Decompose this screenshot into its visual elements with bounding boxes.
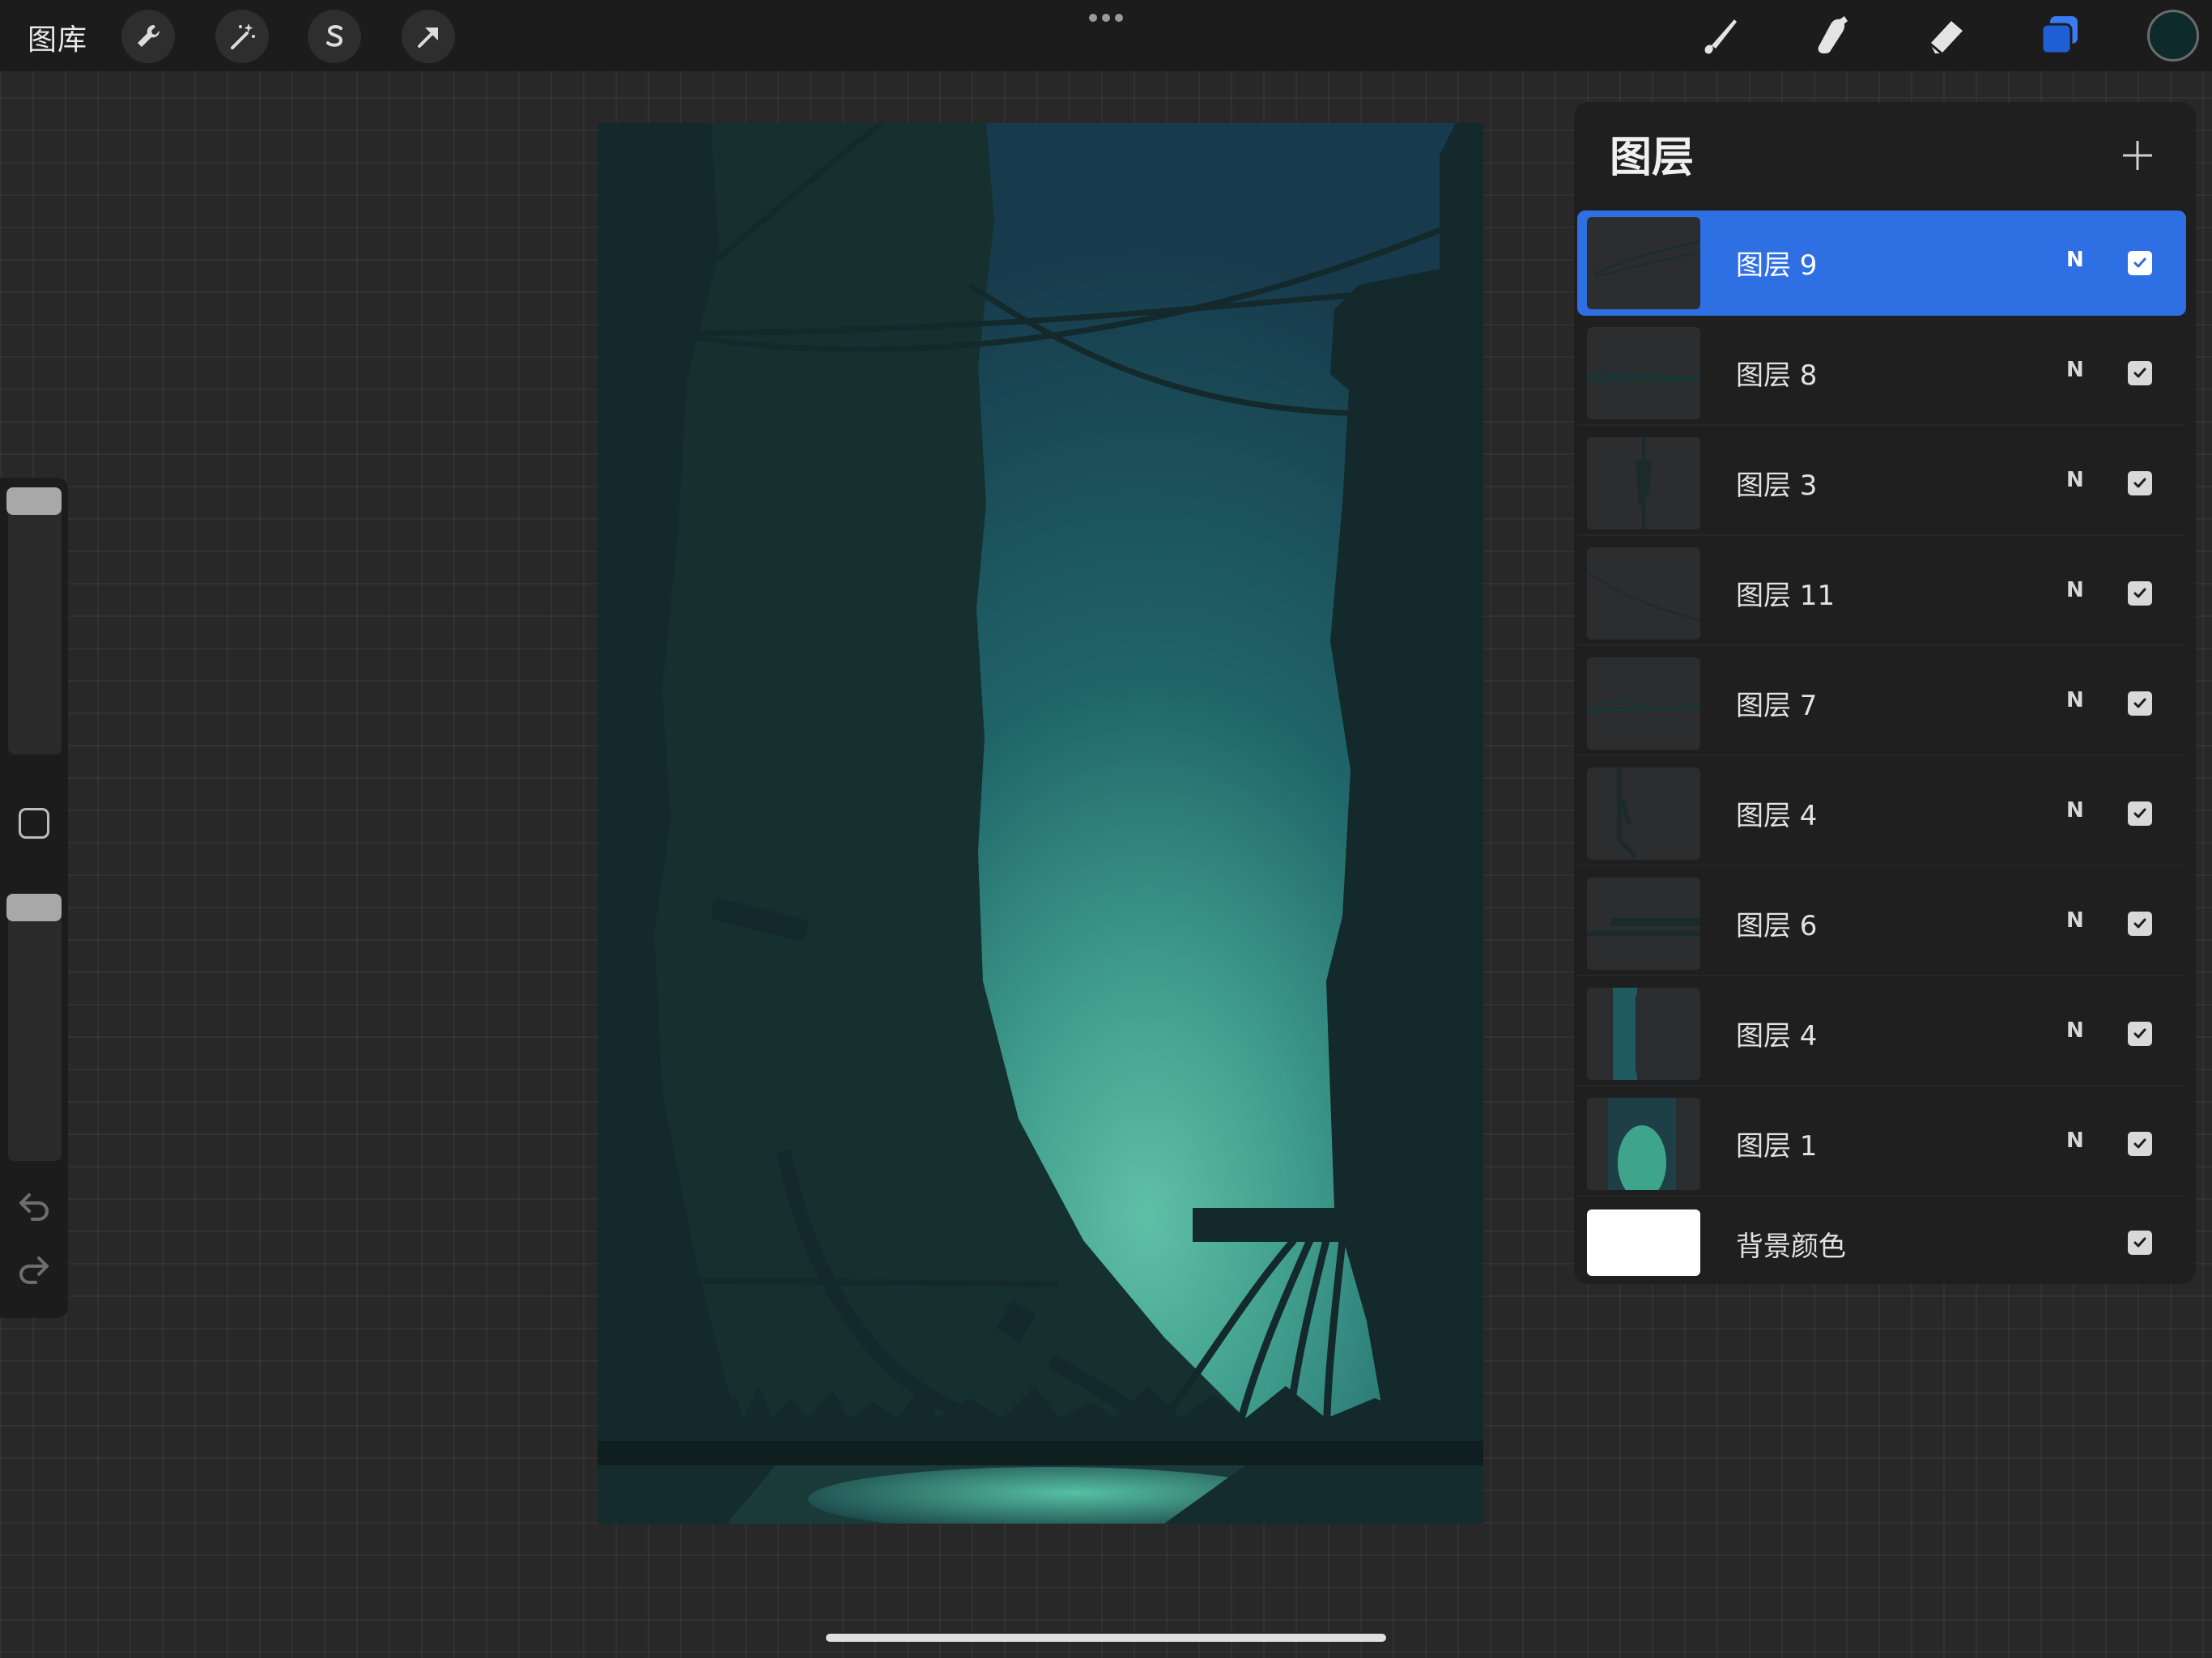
layer-blend-mode[interactable]: N: [2066, 578, 2084, 602]
layer-visibility-checkbox[interactable]: [2128, 471, 2152, 495]
plus-icon: [2123, 141, 2152, 170]
wrench-icon[interactable]: [121, 10, 175, 63]
background-color-thumbnail[interactable]: [1587, 1209, 1700, 1276]
layer-thumbnail[interactable]: [1587, 217, 1700, 309]
redo-icon[interactable]: [16, 1253, 52, 1289]
layer-name: 图层 8: [1736, 359, 1818, 392]
checkmark-icon: [2133, 1138, 2146, 1149]
layer-name: 图层 11: [1736, 580, 1836, 612]
layer-name: 图层 4: [1736, 800, 1818, 832]
selection-s-icon[interactable]: [308, 10, 361, 63]
layer-thumbnail[interactable]: [1587, 767, 1700, 860]
layers-panel: 图层 图层 9 N 图层 8 N 图层 3 N 图层 11 N 图层 7 N 图层 4 N 图层 6N图…: [1574, 102, 2196, 1284]
layer-blend-mode[interactable]: N: [2066, 798, 2084, 823]
arrow-transform-icon[interactable]: [402, 10, 455, 63]
opacity-slider[interactable]: [8, 894, 62, 1161]
home-indicator[interactable]: [826, 1634, 1386, 1642]
smudge-icon[interactable]: [1804, 8, 1861, 65]
layer-thumbnail-image: [1587, 571, 1700, 621]
top-toolbar: 图库: [0, 0, 2212, 71]
layer-thumbnail-image: [1587, 1098, 1700, 1190]
magic-wand-icon[interactable]: [215, 10, 269, 63]
layer-blend-mode[interactable]: N: [2066, 688, 2084, 712]
eraser-icon[interactable]: [1917, 8, 1974, 65]
layers-icon[interactable]: [2031, 8, 2087, 65]
layer-row[interactable]: 图层 8 N: [1577, 321, 2186, 426]
layer-name: 图层 6: [1736, 910, 1818, 942]
checkmark-icon: [2133, 478, 2146, 488]
checkmark-icon: [2133, 588, 2146, 598]
layer-visibility-checkbox[interactable]: [2128, 912, 2152, 936]
layer-thumbnail[interactable]: [1587, 988, 1700, 1080]
layer-blend-mode[interactable]: N: [2066, 358, 2084, 382]
checkmark-icon: [2133, 808, 2146, 818]
gallery-link[interactable]: 图库: [28, 16, 87, 58]
layer-blend-mode[interactable]: N: [2066, 908, 2084, 933]
modify-button[interactable]: [19, 808, 49, 839]
layer-row[interactable]: 图层 3 N: [1577, 431, 2186, 536]
layer-row[interactable]: 图层 11 N: [1577, 541, 2186, 646]
opacity-thumb[interactable]: [6, 894, 62, 921]
layer-thumbnail-image: [1635, 437, 1653, 529]
layer-name: 图层 1: [1736, 1130, 1818, 1163]
layer-name: 图层 9: [1736, 249, 1818, 282]
background-color-layer[interactable]: 背景颜色: [1577, 1200, 2186, 1305]
layer-name: 图层 3: [1736, 470, 1818, 502]
color-picker-swatch[interactable]: [2147, 10, 2199, 62]
layer-name: 图层 4: [1736, 1020, 1818, 1052]
layer-thumbnail[interactable]: [1587, 547, 1700, 640]
checkmark-icon: [2133, 1028, 2146, 1039]
layer-thumbnail[interactable]: [1587, 657, 1700, 750]
checkmark-icon: [2133, 1237, 2146, 1248]
canvas-artwork[interactable]: [598, 123, 1483, 1524]
layer-visibility-checkbox[interactable]: [2128, 1231, 2152, 1255]
brush-icon[interactable]: [1691, 8, 1747, 65]
layer-blend-mode[interactable]: N: [2066, 1129, 2084, 1153]
add-layer-button[interactable]: [2113, 131, 2162, 180]
layer-visibility-checkbox[interactable]: [2128, 691, 2152, 716]
layer-thumbnail[interactable]: [1587, 878, 1700, 970]
undo-icon[interactable]: [16, 1187, 52, 1222]
checkmark-icon: [2133, 698, 2146, 708]
layer-name: 图层 7: [1736, 690, 1818, 722]
layer-row[interactable]: 图层 7 N: [1577, 651, 2186, 756]
layer-thumbnail-image: [1587, 698, 1700, 713]
layer-thumbnail-image: [1587, 918, 1700, 936]
more-options-icon[interactable]: [1088, 11, 1124, 24]
checkmark-icon: [2133, 368, 2146, 378]
brush-size-slider[interactable]: [8, 491, 62, 755]
layer-visibility-checkbox[interactable]: [2128, 1132, 2152, 1156]
layer-visibility-checkbox[interactable]: [2128, 361, 2152, 385]
layer-visibility-checkbox[interactable]: [2128, 1022, 2152, 1046]
layer-thumbnail-image: [1617, 767, 1638, 859]
layer-thumbnail-image: [1594, 240, 1700, 278]
layers-panel-title: 图层: [1610, 134, 1695, 182]
checkmark-icon: [2133, 918, 2146, 929]
layer-visibility-checkbox[interactable]: [2128, 581, 2152, 606]
layer-thumbnail[interactable]: [1587, 437, 1700, 529]
layer-visibility-checkbox[interactable]: [2128, 801, 2152, 826]
layer-name: 背景颜色: [1736, 1231, 1846, 1263]
layer-thumbnail[interactable]: [1587, 1098, 1700, 1190]
brush-size-thumb[interactable]: [6, 487, 62, 515]
layer-row[interactable]: 图层 4 N: [1577, 761, 2186, 866]
layer-blend-mode[interactable]: N: [2066, 248, 2084, 272]
checkmark-icon: [2133, 257, 2146, 268]
layer-row[interactable]: 图层 6 N: [1577, 871, 2186, 976]
layer-row[interactable]: 图层 4 N: [1577, 981, 2186, 1086]
left-sidebar: [0, 478, 68, 1318]
layer-blend-mode[interactable]: N: [2066, 468, 2084, 492]
layer-row[interactable]: 图层 1 N: [1577, 1091, 2186, 1197]
layer-thumbnail-image: [1587, 368, 1700, 382]
artwork-illustration: [598, 123, 1483, 1524]
layer-visibility-checkbox[interactable]: [2128, 251, 2152, 275]
layer-row[interactable]: 图层 9 N: [1577, 210, 2186, 316]
layer-thumbnail-image: [1613, 988, 1700, 1080]
layer-blend-mode[interactable]: N: [2066, 1018, 2084, 1043]
layer-thumbnail[interactable]: [1587, 327, 1700, 419]
